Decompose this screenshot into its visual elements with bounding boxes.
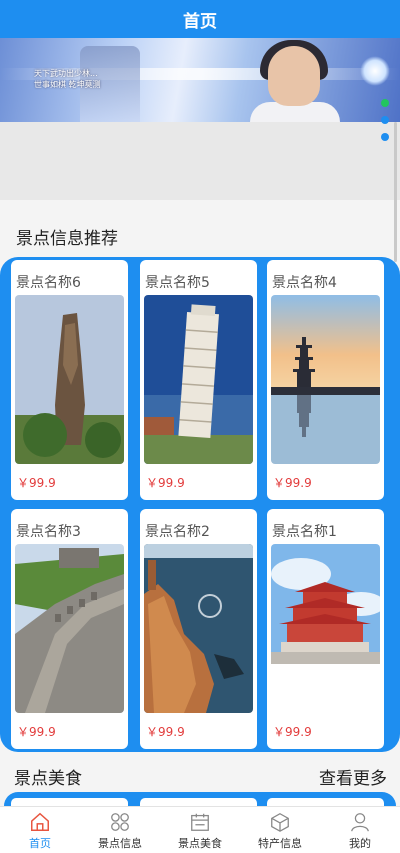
- nav-label: 特产信息: [258, 837, 302, 850]
- calendar-icon: [191, 813, 209, 831]
- spot-name: 景点名称1: [272, 524, 337, 540]
- spot-card[interactable]: 景点名称4 ￥99.9: [267, 260, 384, 500]
- spot-card[interactable]: 景点名称3 ￥99.9: [11, 509, 128, 749]
- banner-poem-line: 天下武功出少林...: [34, 69, 98, 78]
- nav-item-mine[interactable]: 我的: [320, 807, 400, 853]
- view-more-link[interactable]: 查看更多: [319, 764, 387, 789]
- spot-card[interactable]: 景点名称5 ￥99.9: [140, 260, 257, 500]
- nav-label: 首页: [29, 837, 51, 850]
- spot-image-stone-pillar: [15, 295, 124, 464]
- spot-price: ￥99.9: [146, 725, 185, 739]
- spot-price: ￥99.9: [146, 476, 185, 490]
- nav-label: 我的: [349, 837, 371, 850]
- spot-name: 景点名称2: [145, 524, 210, 540]
- spot-image-great-wall: [15, 544, 124, 713]
- scrollbar[interactable]: [394, 122, 397, 262]
- spot-price: ￥99.9: [273, 476, 312, 490]
- banner-carousel[interactable]: 天下武功出少林... 世事如棋 乾坤莫测: [0, 38, 400, 122]
- carousel-dot[interactable]: [381, 133, 389, 141]
- grid-icon: [111, 813, 129, 831]
- user-icon: [351, 813, 369, 832]
- banner-glow: [360, 56, 390, 86]
- nav-item-spots[interactable]: 景点信息: [80, 807, 160, 853]
- spot-image-leaning-tower: [144, 295, 253, 464]
- carousel-dot[interactable]: [381, 116, 389, 124]
- nav-item-food[interactable]: 景点美食: [160, 807, 240, 853]
- banner-figure-face: [268, 46, 320, 106]
- nav-item-specialty[interactable]: 特产信息: [240, 807, 320, 853]
- page-header: 首页: [0, 0, 400, 38]
- banner-poem: 天下武功出少林... 世事如棋 乾坤莫测: [34, 68, 101, 90]
- page-title: 首页: [183, 11, 217, 32]
- banner-placeholder-area: [0, 122, 400, 200]
- section-title-recommend: 景点信息推荐: [16, 229, 118, 249]
- box-icon: [271, 813, 289, 832]
- bottom-nav: 首页 景点信息 景点美食 特产信息 我的: [0, 806, 400, 853]
- section-title-food: 景点美食: [14, 769, 82, 789]
- banner-poem-line: 世事如棋 乾坤莫测: [34, 80, 101, 89]
- spot-card[interactable]: 景点名称1 ￥99.9: [267, 509, 384, 749]
- spot-name: 景点名称4: [272, 275, 337, 291]
- spot-name: 景点名称6: [16, 275, 81, 291]
- spot-card[interactable]: 景点名称6 ￥99.9: [11, 260, 128, 500]
- spot-card[interactable]: 景点名称2 ￥99.9: [140, 509, 257, 749]
- spot-name: 景点名称5: [145, 275, 210, 291]
- carousel-dot-active[interactable]: [381, 99, 389, 107]
- spot-image-coastal-rock: [144, 544, 253, 713]
- nav-label: 景点美食: [178, 837, 222, 850]
- home-icon: [31, 812, 49, 831]
- nav-item-home[interactable]: 首页: [0, 807, 80, 853]
- nav-label: 景点信息: [98, 837, 142, 850]
- spot-image-pagoda-lake: [271, 295, 380, 464]
- spot-price: ￥99.9: [17, 476, 56, 490]
- spot-price: ￥99.9: [17, 725, 56, 739]
- spot-image-red-pavilion: [271, 544, 380, 713]
- spot-name: 景点名称3: [16, 524, 81, 540]
- spot-price: ￥99.9: [273, 725, 312, 739]
- carousel-indicator: [381, 99, 389, 150]
